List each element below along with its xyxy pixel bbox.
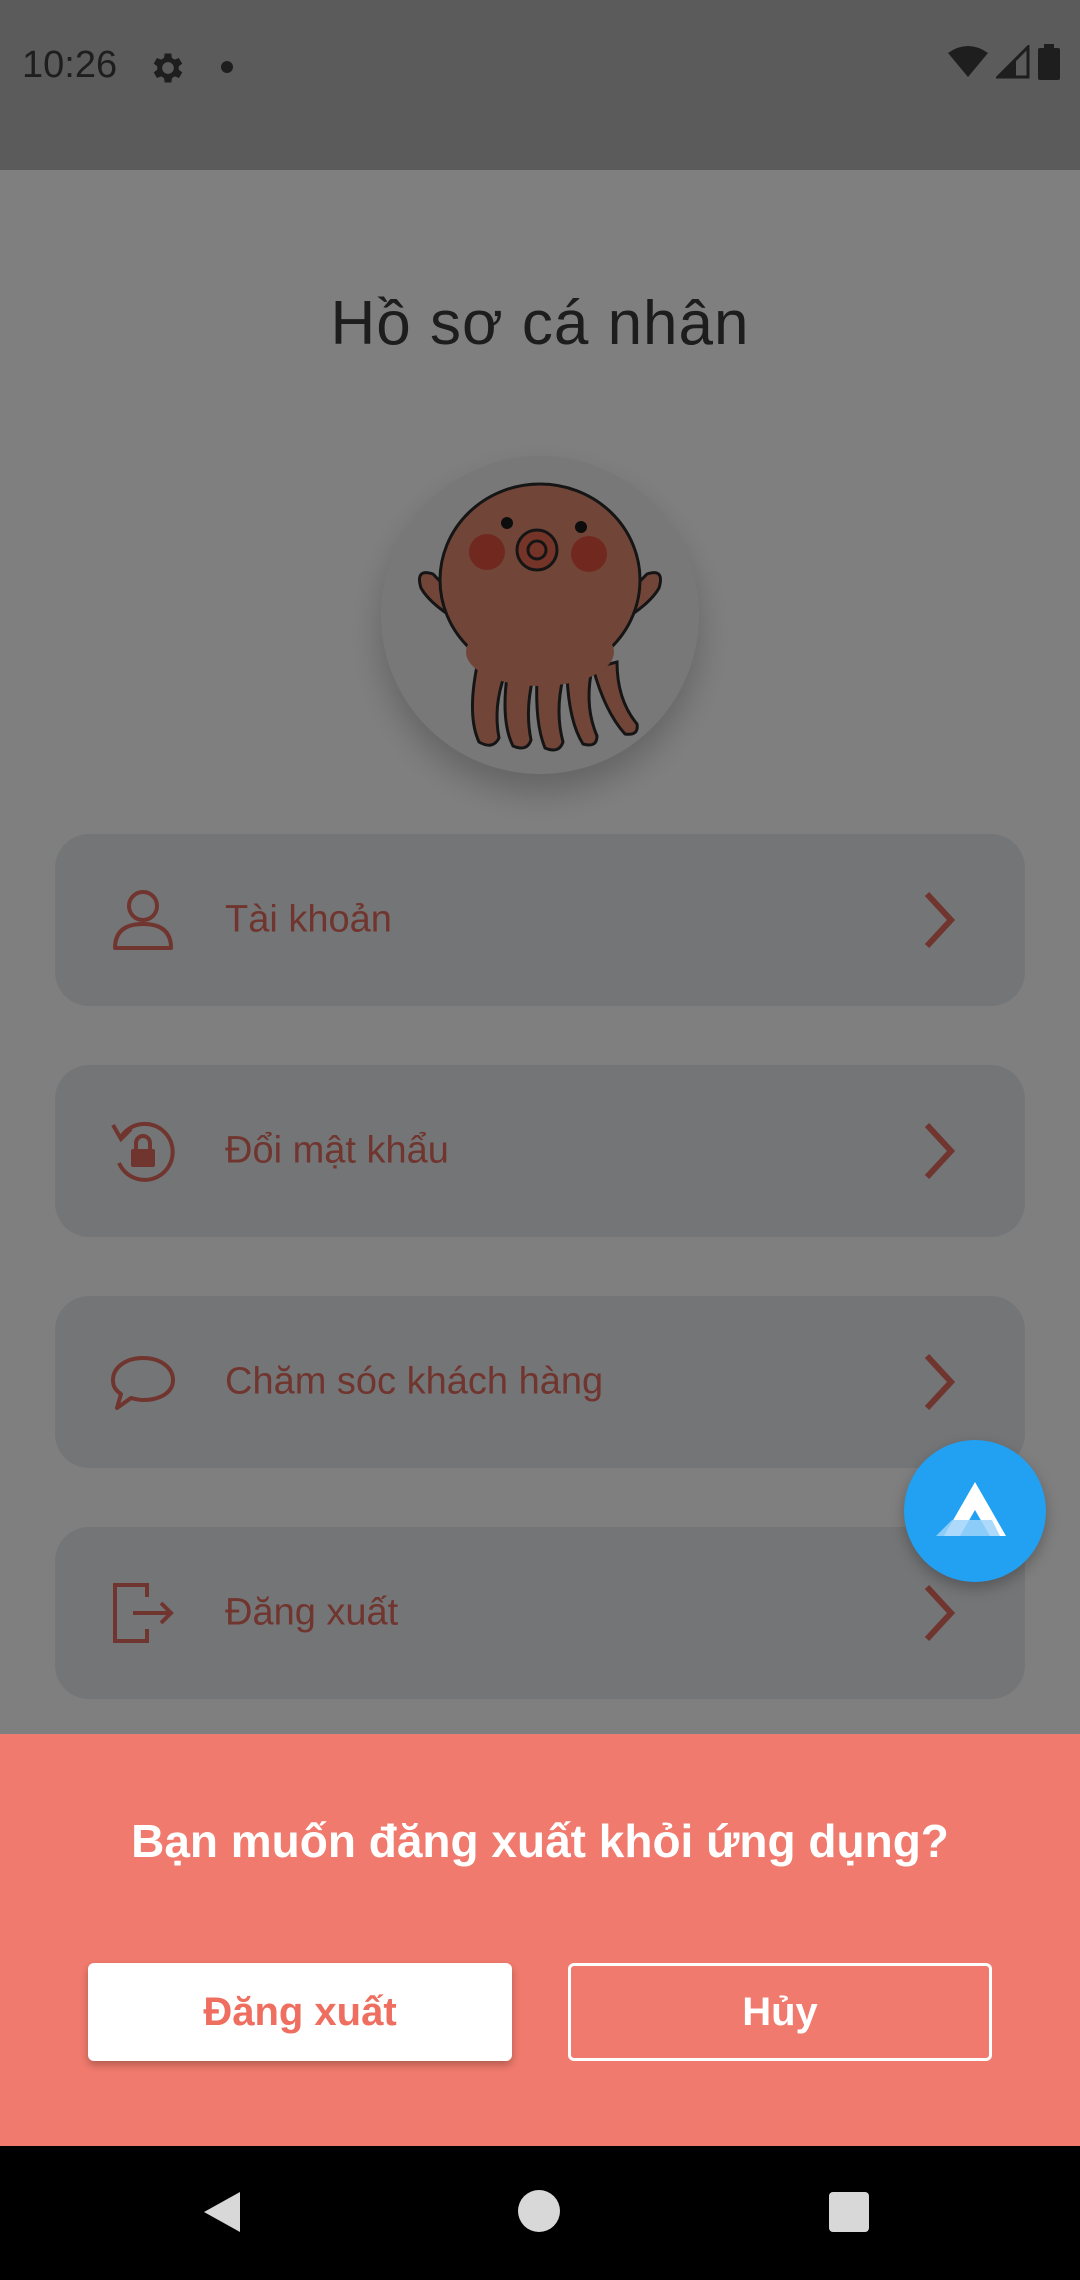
- signal-icon: [996, 45, 1030, 79]
- assistant-a-icon: [936, 1482, 1006, 1536]
- back-icon[interactable]: [200, 2190, 242, 2234]
- recents-icon[interactable]: [829, 2192, 869, 2232]
- assistant-floating-button[interactable]: [904, 1440, 1046, 1582]
- dialog-question: Bạn muốn đăng xuất khỏi ứng dụng?: [131, 1815, 949, 1867]
- logout-confirm-sheet: Bạn muốn đăng xuất khỏi ứng dụng? Đăng x…: [0, 1734, 1080, 2146]
- wifi-icon: [948, 46, 988, 77]
- battery-icon: [1038, 44, 1060, 80]
- status-bar: 10:26: [0, 0, 1080, 170]
- status-time: 10:26: [22, 44, 118, 86]
- home-icon[interactable]: [518, 2190, 560, 2232]
- gear-icon: [153, 53, 183, 83]
- cancel-button[interactable]: Hủy: [568, 1963, 992, 2061]
- notification-dot-icon: [221, 61, 233, 73]
- confirm-logout-button[interactable]: Đăng xuất: [88, 1963, 512, 2061]
- navigation-bar: [0, 2146, 1080, 2280]
- status-right-icons: [948, 44, 1060, 80]
